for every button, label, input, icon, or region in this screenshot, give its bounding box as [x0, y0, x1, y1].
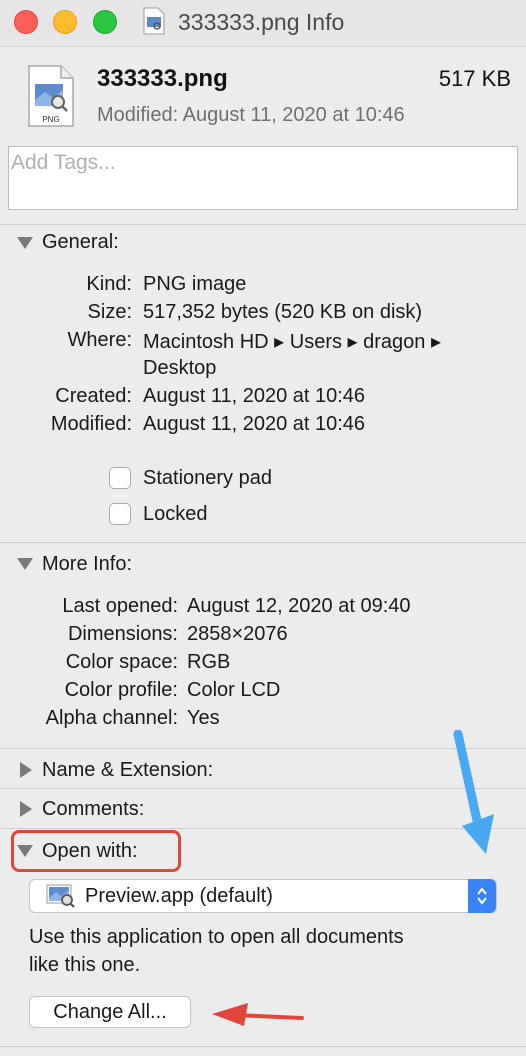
locked-label: Locked — [143, 503, 208, 525]
open-with-app-popup[interactable]: Preview.app (default) — [29, 879, 497, 913]
alpha-channel-value: Yes — [187, 707, 220, 729]
kind-value: PNG image — [143, 273, 247, 295]
created-value: August 11, 2020 at 10:46 — [143, 385, 366, 407]
where-label: Where: — [67, 329, 132, 351]
divider — [0, 224, 526, 225]
locked-checkbox[interactable] — [109, 503, 131, 525]
size-value: 517,352 bytes (520 KB on disk) — [143, 301, 423, 323]
alpha-channel-label: Alpha channel: — [45, 707, 178, 729]
divider — [0, 542, 526, 543]
where-value-continued: Desktop — [143, 357, 217, 379]
last-opened-label: Last opened: — [62, 595, 178, 617]
modified-label: Modified: — [50, 413, 132, 435]
tags-field[interactable]: Add Tags... — [8, 146, 518, 210]
color-profile-value: Color LCD — [187, 679, 281, 701]
color-space-label: Color space: — [65, 651, 178, 673]
where-value: Macintosh HD ▸ Users ▸ dragon ▸ — [143, 331, 441, 353]
dimensions-label: Dimensions: — [67, 623, 178, 645]
window-title: 333333.png Info — [178, 9, 345, 35]
divider — [0, 1046, 526, 1047]
open-with-app-name: Preview.app (default) — [85, 885, 273, 907]
kind-label: Kind: — [86, 273, 132, 295]
red-annotation-arrow — [212, 1003, 304, 1026]
popup-arrows-icon — [468, 879, 496, 913]
file-type-label: PNG — [42, 115, 59, 124]
change-all-button[interactable]: Change All... — [29, 996, 191, 1028]
preview-app-icon — [46, 884, 75, 908]
png-file-icon: PNG — [28, 65, 74, 127]
highlight-box — [11, 830, 181, 872]
zoom-button[interactable] — [93, 10, 117, 34]
stationery-pad-checkbox[interactable] — [109, 467, 131, 489]
color-space-value: RGB — [187, 651, 231, 673]
color-profile-label: Color profile: — [64, 679, 178, 701]
tags-placeholder: Add Tags... — [11, 151, 116, 174]
close-button[interactable] — [14, 10, 38, 34]
file-modified-date: Modified: August 11, 2020 at 10:46 — [97, 104, 405, 126]
disclosure-triangle-expanded-icon[interactable] — [17, 558, 33, 570]
disclosure-triangle-expanded-icon[interactable] — [17, 237, 33, 249]
dimensions-value: 2858×2076 — [187, 623, 288, 645]
blue-annotation-arrow — [453, 730, 494, 854]
minimize-button[interactable] — [53, 10, 77, 34]
png-file-icon — [143, 7, 165, 35]
open-with-description-line2: like this one. — [29, 954, 141, 976]
stationery-pad-label: Stationery pad — [143, 467, 272, 489]
section-more-info-title[interactable]: More Info: — [42, 553, 132, 576]
open-with-description-line1: Use this application to open all documen… — [29, 926, 404, 948]
section-comments-title[interactable]: Comments: — [42, 798, 144, 821]
created-label: Created: — [55, 385, 132, 407]
disclosure-triangle-collapsed-icon[interactable] — [20, 801, 32, 817]
file-name: 333333.png — [97, 65, 228, 92]
disclosure-triangle-collapsed-icon[interactable] — [20, 762, 32, 778]
last-opened-value: August 12, 2020 at 09:40 — [187, 595, 411, 617]
size-label: Size: — [87, 301, 132, 323]
section-name-extension-title[interactable]: Name & Extension: — [42, 759, 213, 782]
section-general-title[interactable]: General: — [42, 231, 119, 254]
file-size: 517 KB — [438, 66, 511, 91]
modified-value: August 11, 2020 at 10:46 — [143, 413, 366, 435]
